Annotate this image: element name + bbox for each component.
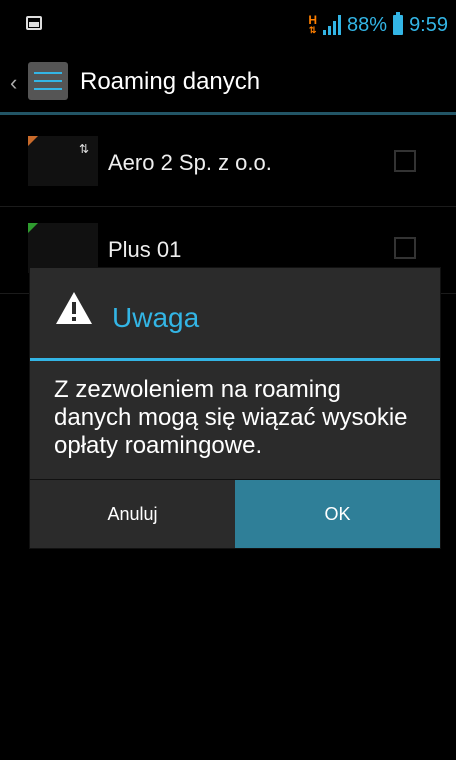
ok-button[interactable]: OK [235,480,440,548]
roaming-checkbox[interactable] [394,150,416,172]
gallery-notification-icon [26,16,42,30]
cancel-button[interactable]: Anuluj [30,480,235,548]
dialog-title: Uwaga [112,302,200,333]
sim-card-icon [28,223,98,273]
warning-dialog: Uwaga Z zezwoleniem na roaming danych mo… [30,268,440,548]
list-item[interactable]: ⇅ Aero 2 Sp. z o.o. [0,120,456,207]
sim-card-icon: ⇅ [28,136,98,186]
status-bar: H ⇅ 88% 9:59 [0,0,456,46]
warning-icon [56,292,92,324]
status-icons: H ⇅ 88% 9:59 [308,10,448,40]
data-activity-arrows-icon: ⇅ [308,25,317,35]
dialog-header: Uwaga [30,268,440,361]
signal-strength-icon [323,15,342,35]
dialog-buttons: Anuluj OK [30,479,440,548]
network-type-indicator: H ⇅ [308,13,318,35]
settings-icon[interactable] [28,62,68,100]
clock: 9:59 [409,13,448,36]
battery-icon [393,12,404,35]
list-item-label: Plus 01 [108,237,182,262]
list-item-label: Aero 2 Sp. z o.o. [108,150,272,175]
chevron-left-icon[interactable]: ‹ [10,70,17,96]
page-title: Roaming danych [80,68,261,95]
battery-percent: 88% [347,13,388,36]
data-arrows-icon: ⇅ [78,142,90,156]
roaming-checkbox[interactable] [394,237,416,259]
dialog-message: Z zezwoleniem na roaming danych mogą się… [54,376,408,459]
action-bar-divider [0,112,456,115]
action-bar: ‹ Roaming danych [0,46,456,114]
